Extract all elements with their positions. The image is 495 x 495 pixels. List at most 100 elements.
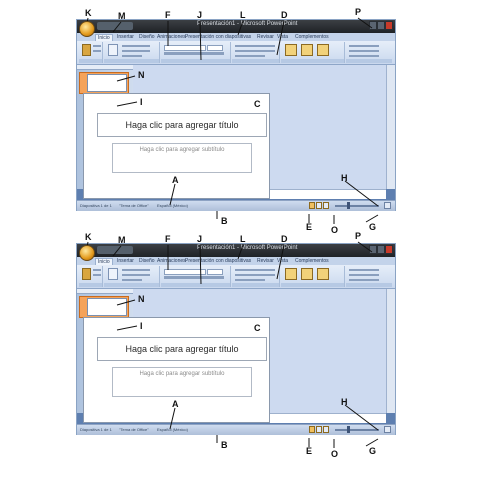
title-placeholder[interactable]: Haga clic para agregar título	[97, 113, 267, 137]
close-icon[interactable]	[385, 21, 393, 30]
fit-to-window-icon[interactable]	[384, 426, 391, 433]
tab-revisar[interactable]: Revisar	[255, 258, 276, 265]
tab-inicio[interactable]: Inicio	[95, 258, 113, 265]
callout-label-g: G	[369, 446, 377, 456]
clipboard-group[interactable]	[79, 266, 103, 287]
editing-group[interactable]	[346, 42, 392, 63]
slides-group[interactable]	[104, 266, 160, 287]
tab-diseno[interactable]: Diseño	[137, 34, 157, 41]
callout-label-a: A	[172, 175, 179, 185]
slides-outline-tabs[interactable]	[77, 65, 133, 70]
callout-label-p: P	[355, 231, 362, 241]
callout-label-k: K	[85, 232, 92, 242]
tab-revisar[interactable]: Revisar	[255, 34, 276, 41]
clipboard-group[interactable]	[79, 42, 103, 63]
slide-thumbnail[interactable]	[87, 298, 127, 316]
subtitle-placeholder[interactable]: Haga clic para agregar subtítulo	[112, 143, 252, 173]
paragraph-group[interactable]	[232, 42, 280, 63]
paragraph-group[interactable]	[232, 266, 280, 287]
minimize-icon[interactable]	[369, 245, 377, 254]
vertical-scrollbar[interactable]	[386, 65, 395, 189]
status-bar: Diapositiva 1 de 1 "Tema de Office" Espa…	[77, 200, 395, 211]
callout-label-d: D	[281, 10, 288, 20]
callout-label-g: G	[369, 222, 377, 232]
subtitle-placeholder[interactable]: Haga clic para agregar subtítulo	[112, 367, 252, 397]
zoom-slider[interactable]	[335, 429, 379, 431]
slideshow-view-icon[interactable]	[323, 202, 329, 209]
tab-complementos[interactable]: Complementos	[293, 258, 331, 265]
maximize-icon[interactable]	[377, 21, 385, 30]
fit-to-window-icon[interactable]	[384, 202, 391, 209]
theme-name: "Tema de Office"	[119, 427, 149, 432]
drawing-group[interactable]	[281, 42, 345, 63]
tab-insertar[interactable]: Insertar	[115, 34, 136, 41]
editing-group[interactable]	[346, 266, 392, 287]
slideshow-view-icon[interactable]	[323, 426, 329, 433]
normal-view-icon[interactable]	[309, 202, 315, 209]
theme-name: "Tema de Office"	[119, 203, 149, 208]
slide-sorter-view-icon[interactable]	[316, 202, 322, 209]
ribbon	[77, 41, 395, 65]
callout-label-n: N	[138, 294, 145, 304]
office-button-icon[interactable]	[79, 245, 95, 261]
callout-label-m: M	[118, 235, 126, 245]
close-icon[interactable]	[385, 245, 393, 254]
tab-presentacion[interactable]: Presentación con diapositivas	[183, 258, 253, 265]
slide-thumbnail[interactable]	[87, 74, 127, 92]
font-group[interactable]	[161, 266, 231, 287]
callout-label-l: L	[240, 234, 246, 244]
tab-diseno[interactable]: Diseño	[137, 258, 157, 265]
callout-label-l: L	[240, 10, 246, 20]
language-indicator[interactable]: Español (México)	[157, 426, 188, 434]
tab-presentacion[interactable]: Presentación con diapositivas	[183, 34, 253, 41]
zoom-slider-thumb[interactable]	[347, 426, 350, 433]
callout-label-o: O	[331, 225, 339, 235]
quick-access-toolbar[interactable]	[97, 246, 133, 254]
callout-label-d: D	[281, 234, 288, 244]
window-title: Presentación1 - Microsoft PowerPoint	[197, 245, 298, 251]
ribbon-tabs: Inicio Insertar Diseño Animaciones Prese…	[77, 33, 395, 41]
callout-label-e: E	[306, 222, 313, 232]
office-button-icon[interactable]	[79, 21, 95, 37]
callout-label-h: H	[341, 397, 348, 407]
callout-label-i: I	[140, 321, 143, 331]
title-bar: Presentación1 - Microsoft PowerPoint	[77, 244, 395, 257]
tab-vista[interactable]: Vista	[275, 34, 290, 41]
callout-label-h: H	[341, 173, 348, 183]
maximize-icon[interactable]	[377, 245, 385, 254]
title-placeholder[interactable]: Haga clic para agregar título	[97, 337, 267, 361]
callout-label-i: I	[140, 97, 143, 107]
callout-label-p: P	[355, 7, 362, 17]
ribbon-tabs: Inicio Insertar Diseño Animaciones Prese…	[77, 257, 395, 265]
zoom-slider[interactable]	[335, 205, 379, 207]
font-group[interactable]	[161, 42, 231, 63]
status-bar: Diapositiva 1 de 1 "Tema de Office" Espa…	[77, 424, 395, 435]
quick-access-toolbar[interactable]	[97, 22, 133, 30]
callout-label-k: K	[85, 8, 92, 18]
slide-counter: Diapositiva 1 de 1	[80, 427, 112, 432]
slide-sorter-view-icon[interactable]	[316, 426, 322, 433]
tab-insertar[interactable]: Insertar	[115, 258, 136, 265]
callout-label-a: A	[172, 399, 179, 409]
callout-label-n: N	[138, 70, 145, 80]
language-indicator[interactable]: Español (México)	[157, 202, 188, 210]
callout-label-c: C	[254, 99, 261, 109]
callout-label-f: F	[165, 10, 171, 20]
slide-counter: Diapositiva 1 de 1	[80, 203, 112, 208]
tab-vista[interactable]: Vista	[275, 258, 290, 265]
minimize-icon[interactable]	[369, 21, 377, 30]
callout-label-f: F	[165, 234, 171, 244]
tab-complementos[interactable]: Complementos	[293, 34, 331, 41]
vertical-scrollbar[interactable]	[386, 289, 395, 413]
title-bar: Presentación1 - Microsoft PowerPoint	[77, 20, 395, 33]
callout-pointer-line	[365, 214, 379, 223]
drawing-group[interactable]	[281, 266, 345, 287]
callout-label-b: B	[221, 440, 228, 450]
tab-inicio[interactable]: Inicio	[95, 34, 113, 41]
ribbon	[77, 265, 395, 289]
slides-group[interactable]	[104, 42, 160, 63]
callout-label-c: C	[254, 323, 261, 333]
slides-outline-tabs[interactable]	[77, 289, 133, 294]
zoom-slider-thumb[interactable]	[347, 202, 350, 209]
normal-view-icon[interactable]	[309, 426, 315, 433]
